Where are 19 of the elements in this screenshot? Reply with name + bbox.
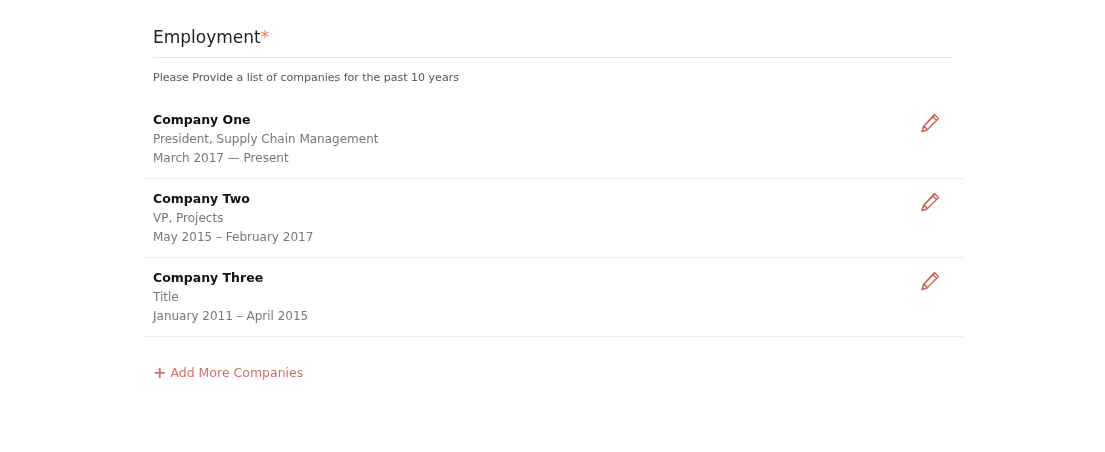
company-name: Company Three bbox=[153, 269, 265, 287]
required-mark: * bbox=[260, 26, 270, 48]
section-description: Please Provide a list of companies for the past 10 years bbox=[153, 70, 460, 86]
edit-button[interactable] bbox=[919, 112, 941, 134]
date-range: January 2011 – April 2015 bbox=[153, 308, 309, 325]
company-name: Company Two bbox=[153, 190, 251, 208]
edit-button[interactable] bbox=[919, 191, 941, 213]
company-name: Company One bbox=[153, 111, 252, 129]
job-title: President, Supply Chain Management bbox=[153, 131, 379, 148]
edit-button[interactable] bbox=[919, 270, 941, 292]
add-companies-link[interactable]: + Add More Companies bbox=[153, 365, 304, 380]
date-range: May 2015 – February 2017 bbox=[153, 229, 314, 246]
date-range: March 2017 — Present bbox=[153, 150, 290, 167]
job-title: VP, Projects bbox=[153, 210, 225, 227]
section-title: Employment bbox=[153, 26, 261, 48]
pencil-icon bbox=[919, 270, 941, 292]
pencil-icon bbox=[919, 191, 941, 213]
pencil-icon bbox=[919, 112, 941, 134]
job-title: Title bbox=[153, 289, 180, 306]
